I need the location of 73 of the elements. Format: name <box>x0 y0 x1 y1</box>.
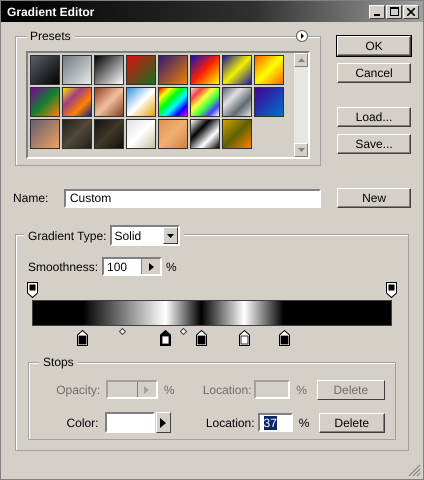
opacity-stop[interactable] <box>386 282 397 298</box>
color-stop[interactable] <box>238 330 250 346</box>
up-arrow-icon[interactable] <box>298 58 304 62</box>
close-button[interactable] <box>403 4 419 18</box>
percent-label: % <box>298 416 310 430</box>
dropdown-arrow-icon <box>166 234 174 238</box>
color-picker-button[interactable] <box>156 412 172 433</box>
minimize-button[interactable] <box>369 4 385 18</box>
gradient-swatch[interactable] <box>190 119 220 149</box>
scrollbar[interactable] <box>294 53 308 157</box>
gradient-swatch[interactable] <box>222 119 252 149</box>
location-label: Location: <box>204 416 256 430</box>
right-arrow-icon <box>148 262 154 270</box>
midpoint-diamond[interactable] <box>118 328 126 335</box>
right-arrow-icon <box>160 418 166 428</box>
gradient-swatch[interactable] <box>62 87 92 117</box>
delete-button[interactable]: Delete <box>318 412 386 432</box>
gradient-swatch[interactable] <box>222 87 252 117</box>
gradient-type-dropdown[interactable]: Solid <box>110 225 180 246</box>
color-stop[interactable] <box>76 330 88 346</box>
color-stop[interactable] <box>278 330 290 346</box>
percent-label: % <box>166 260 177 274</box>
smoothness-label: Smoothness: <box>28 260 98 274</box>
opacity-stop[interactable] <box>27 282 38 298</box>
gradient-swatch[interactable] <box>62 119 92 149</box>
maximize-icon <box>390 7 398 16</box>
gradient-swatch[interactable] <box>190 55 220 85</box>
close-icon <box>407 8 415 16</box>
gradient-swatch[interactable] <box>94 87 124 117</box>
right-arrow-icon <box>144 386 150 394</box>
down-arrow-icon[interactable] <box>298 148 304 152</box>
gradient-swatch[interactable] <box>254 87 284 117</box>
gradient-swatch[interactable] <box>126 55 156 85</box>
stops-label: Stops <box>39 355 78 369</box>
percent-label: % <box>295 382 308 396</box>
midpoint-diamond[interactable] <box>180 328 187 335</box>
menu-icon[interactable] <box>296 30 308 42</box>
location-field[interactable]: 37 <box>258 413 293 432</box>
load-button[interactable]: Load... <box>337 107 411 127</box>
color-swatch[interactable] <box>104 412 155 433</box>
gradient-swatch[interactable] <box>158 87 188 117</box>
gradient-swatch[interactable] <box>126 119 156 149</box>
color-label: Color: <box>66 416 100 430</box>
gradient-swatch[interactable] <box>30 119 60 149</box>
gradient-swatch[interactable] <box>30 55 60 85</box>
gradient-swatch[interactable] <box>94 55 124 85</box>
gradient-swatch[interactable] <box>94 119 124 149</box>
gradient-swatch[interactable] <box>158 55 188 85</box>
ok-button[interactable]: OK <box>337 36 411 56</box>
percent-label: % <box>162 382 176 396</box>
opacity-label: Opacity: <box>55 382 102 396</box>
minimize-icon <box>374 14 380 16</box>
gradient-swatch[interactable] <box>158 119 188 149</box>
cancel-button[interactable]: Cancel <box>337 63 411 83</box>
resize-grip-icon[interactable] <box>407 463 421 477</box>
gradient-type-label: Gradient Type: <box>28 228 106 242</box>
maximize-button[interactable] <box>386 4 402 18</box>
gradient-swatch[interactable] <box>254 55 284 85</box>
gradient-swatch[interactable] <box>190 87 220 117</box>
smoothness-field[interactable]: 100 <box>102 257 162 276</box>
gradient-swatch[interactable] <box>30 87 60 117</box>
name-label: Name: <box>13 191 50 205</box>
new-button[interactable]: New <box>337 188 411 208</box>
color-stop[interactable] <box>196 330 207 346</box>
gradient-swatch[interactable] <box>222 55 252 85</box>
location-label: Location: <box>202 382 252 396</box>
save-button[interactable]: Save... <box>337 134 411 154</box>
color-stop[interactable] <box>160 330 171 346</box>
presets-label: Presets <box>26 29 75 43</box>
gradient-swatch[interactable] <box>126 87 156 117</box>
gradient-swatch[interactable] <box>62 55 92 85</box>
name-field[interactable]: Custom <box>64 188 322 208</box>
window-title: Gradient Editor <box>7 4 94 18</box>
